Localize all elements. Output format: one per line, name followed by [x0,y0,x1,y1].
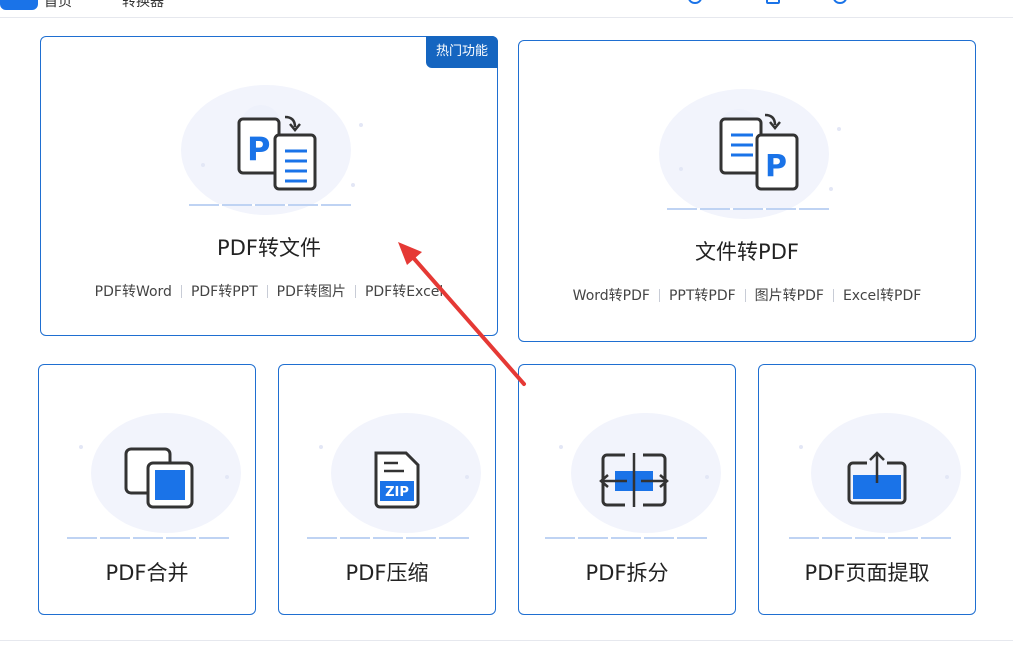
annotation-arrow [398,242,526,386]
bottom-divider [0,640,1013,641]
